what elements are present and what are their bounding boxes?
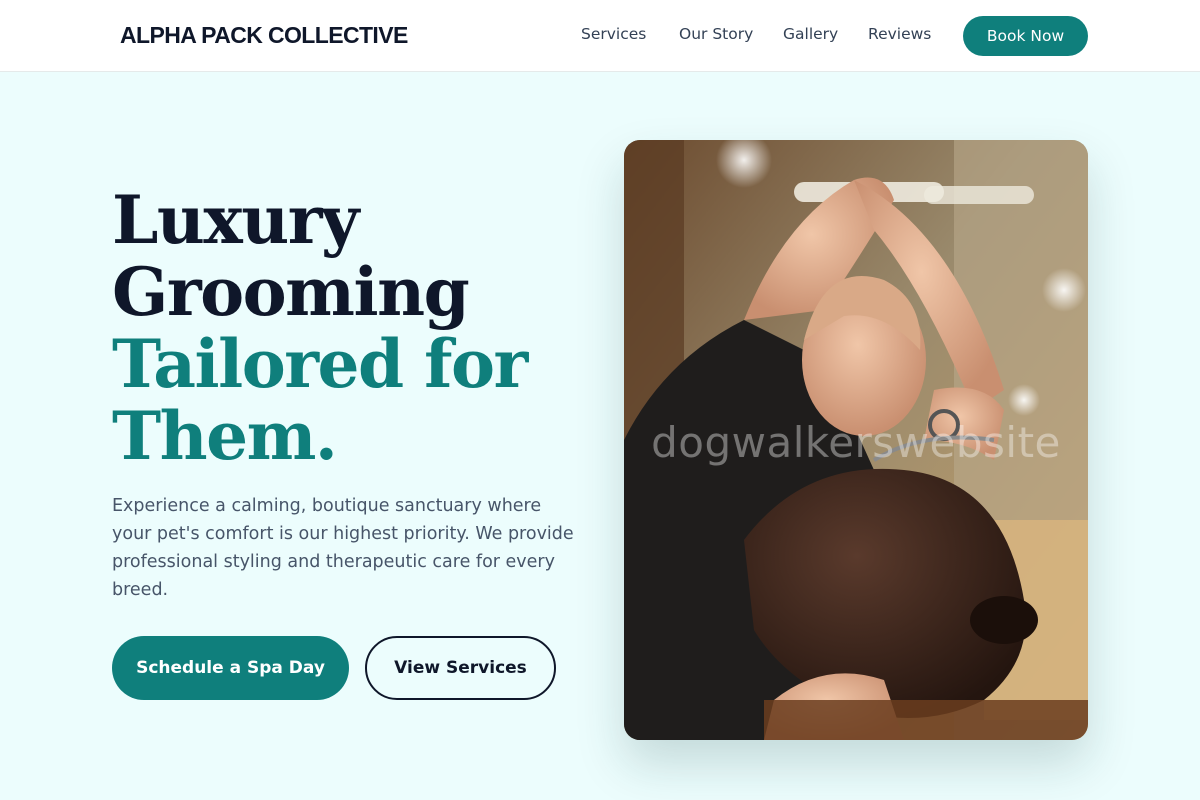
book-now-button[interactable]: Book Now	[963, 16, 1088, 56]
site-header: ALPHA PACK COLLECTIVE Services Our Story…	[0, 0, 1200, 72]
groomer-photo-illustration	[624, 140, 1088, 740]
nav-link-gallery[interactable]: Gallery	[783, 25, 838, 43]
hero-description: Experience a calming, boutique sanctuary…	[112, 496, 574, 600]
hero-title: Luxury Grooming Tailored for Them.	[112, 184, 632, 472]
hero-title-line: Grooming	[112, 253, 470, 331]
schedule-spa-day-button[interactable]: Schedule a Spa Day	[112, 636, 349, 700]
nav-link-services[interactable]: Services	[581, 25, 646, 43]
hero-title-accent-line: Tailored for	[112, 325, 528, 403]
hero-title-line: Luxury	[112, 181, 359, 259]
hero-title-accent-line: Them.	[112, 397, 338, 475]
nav-link-our-story[interactable]: Our Story	[679, 25, 753, 43]
view-services-button[interactable]: View Services	[365, 636, 556, 700]
nav-link-reviews[interactable]: Reviews	[868, 25, 931, 43]
hero-photo-groomer-with-dog: dogwalkerswebsite	[624, 140, 1088, 740]
